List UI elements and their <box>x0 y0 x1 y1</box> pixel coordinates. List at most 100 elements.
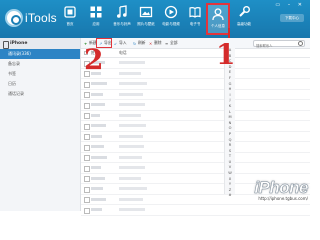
app-name: iTools <box>25 11 57 25</box>
import-icon: ↙ <box>114 40 118 46</box>
annotation-number-2: 2 <box>84 43 104 76</box>
plus-icon: + <box>84 40 88 46</box>
sidebar-item-bookmarks[interactable]: 书签 <box>0 69 80 79</box>
contact-name <box>91 103 105 106</box>
device-header[interactable]: iPhone <box>0 38 80 49</box>
table-row[interactable] <box>81 69 310 79</box>
contact-name <box>91 197 106 201</box>
annotation-number-1: 1 <box>216 38 236 71</box>
row-checkbox[interactable] <box>84 176 90 182</box>
itools-logo-icon <box>5 9 23 27</box>
contact-phone <box>119 176 141 180</box>
row-checkbox[interactable] <box>84 207 90 214</box>
table-row[interactable] <box>81 121 310 132</box>
contact-name <box>91 92 103 96</box>
nav-music[interactable]: 音乐与铃声 <box>110 3 134 35</box>
table-row[interactable] <box>81 100 310 111</box>
contact-phone <box>119 145 144 148</box>
row-checkbox[interactable] <box>84 123 90 130</box>
contact-phone <box>119 92 143 96</box>
refresh-icon: ↻ <box>133 40 137 46</box>
contact-name <box>91 124 106 127</box>
import-button[interactable]: ↙ 导入 <box>114 38 127 48</box>
video-icon <box>164 5 178 19</box>
table-row[interactable] <box>81 142 310 153</box>
row-checkbox[interactable] <box>84 165 90 172</box>
row-checkbox[interactable] <box>84 144 90 151</box>
contact-phone <box>119 113 141 117</box>
wrench-icon <box>237 5 251 19</box>
contact-phone <box>119 187 147 190</box>
refresh-button[interactable]: ↻ 刷新 <box>133 38 146 48</box>
sidebar-item-contacts[interactable]: 通讯录(336) <box>0 49 80 59</box>
row-checkbox[interactable] <box>84 155 90 161</box>
row-checkbox[interactable] <box>84 197 90 203</box>
home-icon <box>63 5 77 19</box>
contact-name <box>91 155 107 159</box>
contact-phone <box>119 208 145 211</box>
table-header: 姓名 电话 <box>81 49 310 58</box>
iphone-icon <box>3 41 9 49</box>
table-row[interactable] <box>81 111 310 121</box>
sidebar-item-notes[interactable]: 备忘录 <box>0 59 80 69</box>
row-checkbox[interactable] <box>84 186 90 193</box>
contact-name <box>91 145 104 148</box>
nav-ebooks[interactable]: 电子书 <box>183 3 207 35</box>
app-logo: iTools <box>5 7 57 31</box>
person-icon <box>211 7 225 21</box>
watermark-brand: iPhone <box>254 178 309 198</box>
sidebar-item-call-log[interactable]: 通话记录 <box>0 89 80 99</box>
list-icon: ≡ <box>165 40 169 46</box>
search-box[interactable] <box>253 39 305 48</box>
contact-phone <box>119 61 145 64</box>
row-checkbox[interactable] <box>84 102 90 109</box>
sidebar: iPhone 通讯录(336) 备忘录 书签 日历 通话记录 <box>0 38 81 211</box>
row-checkbox[interactable] <box>84 113 90 119</box>
watermark: iPhone http://iphone.tgbus.com/ <box>230 178 309 210</box>
search-input[interactable] <box>254 43 298 48</box>
contact-phone <box>119 134 143 138</box>
contact-name <box>91 113 100 117</box>
contact-phone <box>119 166 145 169</box>
contact-name <box>91 208 102 211</box>
photo-icon <box>139 5 153 19</box>
toolbar: + 新建 ↗ 导出 ↙ 导入 ↻ 刷新 ✕ 删除 ≡ 全部 <box>81 38 310 49</box>
contact-phone <box>119 124 146 127</box>
contact-name <box>91 176 105 180</box>
table-row[interactable] <box>81 163 310 174</box>
window-controls[interactable]: ▭ – ✕ <box>275 2 305 8</box>
sidebar-item-calendar[interactable]: 日历 <box>0 79 80 89</box>
top-navigation-bar: iTools 首页 应用 音乐与铃声 照片与壁纸 电影与视频 电子书 个人信息 … <box>0 0 310 38</box>
contact-phone <box>119 103 145 106</box>
contact-phone <box>119 155 142 159</box>
row-checkbox[interactable] <box>84 92 90 98</box>
apps-icon <box>89 5 103 19</box>
contact-phone <box>119 197 143 201</box>
row-checkbox[interactable] <box>84 134 90 140</box>
table-row[interactable] <box>81 58 310 69</box>
row-checkbox[interactable] <box>84 81 90 88</box>
nav-personal-info[interactable]: 个人信息 <box>206 3 230 35</box>
contact-phone <box>119 82 147 85</box>
nav-advanced[interactable]: 高级功能 <box>232 3 256 35</box>
table-row[interactable] <box>81 132 310 142</box>
contact-name <box>91 82 107 85</box>
music-icon <box>115 5 129 19</box>
table-row[interactable] <box>81 90 310 100</box>
nav-apps[interactable]: 应用 <box>84 3 108 35</box>
column-header-phone[interactable]: 电话 <box>119 49 127 57</box>
search-icon[interactable] <box>298 41 303 46</box>
nav-video[interactable]: 电影与视频 <box>159 3 183 35</box>
nav-home[interactable]: 首页 <box>58 3 82 35</box>
delete-icon: ✕ <box>149 40 153 46</box>
device-name: iPhone <box>10 41 28 46</box>
table-row[interactable] <box>81 153 310 163</box>
contact-name <box>91 187 103 190</box>
contact-phone <box>119 71 141 75</box>
download-center-button[interactable]: 下载中心 <box>280 14 304 22</box>
nav-photos[interactable]: 照片与壁纸 <box>134 3 158 35</box>
watermark-url: http://iphone.tgbus.com/ <box>258 196 308 201</box>
table-row[interactable] <box>81 79 310 90</box>
delete-button[interactable]: ✕ 删除 <box>149 38 162 48</box>
all-filter[interactable]: ≡ 全部 <box>165 38 178 48</box>
